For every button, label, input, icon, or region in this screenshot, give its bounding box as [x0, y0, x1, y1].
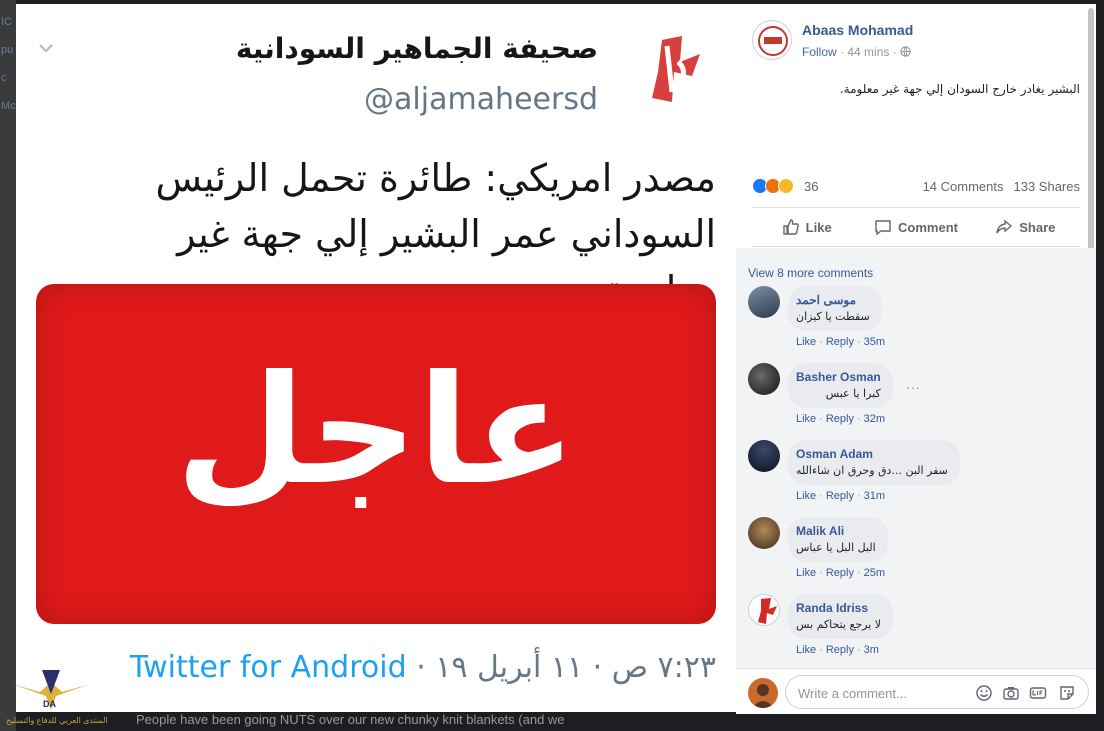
comment-bubble: Osman Adam سفر البن ...دق وحرق ان شاءالل… — [788, 440, 960, 485]
tweet-time-date: ٧:٢٣ ص · ١١ أبريل ١٩ · — [416, 650, 716, 685]
comment-reply-link[interactable]: Reply — [826, 336, 854, 348]
comment-text: سقطت يا كيزان — [796, 310, 870, 323]
commenter-name[interactable]: Randa Idriss — [796, 601, 881, 615]
comment-text: سفر البن ...دق وحرق ان شاءالله — [796, 464, 948, 477]
comment-reply-link[interactable]: Reply — [826, 413, 854, 425]
separator-dot: · — [892, 45, 901, 59]
comment-reply-link[interactable]: Reply — [826, 490, 854, 502]
share-icon — [996, 219, 1013, 234]
comment-meta: Like · Reply · 35m — [796, 336, 886, 348]
comment-reply-link[interactable]: Reply — [826, 567, 854, 579]
comment-bubble: Randa Idriss لا يرجع يتحاكم بس — [788, 594, 894, 639]
comment-like-link[interactable]: Like — [796, 644, 816, 656]
comment-like-link[interactable]: Like — [796, 413, 816, 425]
comment-text: البل البل يا عباس — [796, 541, 876, 554]
svg-text:DA: DA — [43, 699, 56, 709]
more-options-icon[interactable]: ··· — [906, 379, 920, 395]
comment-time[interactable]: 35m — [864, 336, 885, 348]
comment-bubble: موسى احمد سقطت يا كيزان — [788, 286, 882, 331]
comment-meta: Like · Reply · 3m — [796, 644, 879, 656]
comment-icon — [875, 220, 891, 236]
commenter-avatar[interactable] — [748, 363, 780, 395]
post-photo[interactable]: صحيفة الجماهير السودانية @aljamaheersd م… — [16, 4, 736, 712]
comment-meta: Like · Reply · 25m — [796, 567, 886, 579]
april-logo — [622, 32, 712, 112]
comment-composer: Write a comment... — [736, 668, 1096, 714]
chevron-down-icon — [39, 44, 53, 53]
watermark-logo: DA المنتدى العربي للدفاع والتسليح — [6, 662, 108, 728]
underlying-page-text: People have been going NUTS over our new… — [136, 712, 565, 727]
comment-text: لا يرجع يتحاكم بس — [796, 618, 882, 631]
comment-like-link[interactable]: Like — [796, 336, 816, 348]
comment-meta: Like · Reply · 32m — [796, 413, 886, 425]
author-name[interactable]: Abaas Mohamad — [802, 22, 913, 38]
globe-icon[interactable] — [900, 46, 911, 57]
thumbs-up-icon — [782, 219, 799, 235]
paper-name: صحيفة الجماهير السودانية — [235, 32, 598, 65]
post-time[interactable]: 44 mins — [847, 45, 889, 59]
comment-item: Randa Idriss لا يرجع يتحاكم بس Like · Repl… — [748, 594, 1078, 664]
view-more-comments-link[interactable]: View 8 more comments — [748, 266, 873, 280]
camera-icon[interactable] — [1002, 684, 1020, 702]
comment-like-link[interactable]: Like — [796, 490, 816, 502]
tweet-app: Twitter for Android — [129, 650, 407, 685]
comment-time[interactable]: 31m — [864, 490, 885, 502]
post-subline: Follow · 44 mins · — [802, 45, 911, 59]
comment-time[interactable]: 25m — [864, 567, 885, 579]
commenter-avatar[interactable] — [748, 286, 780, 318]
commenter-name[interactable]: Basher Osman — [796, 370, 881, 384]
comment-placeholder: Write a comment... — [798, 686, 907, 701]
background-page-strip: IC pu c Mc — [0, 0, 16, 731]
comment-bubble: Basher Osman كبرا يا عبس — [788, 363, 893, 408]
haha-reaction-icon[interactable] — [778, 178, 794, 194]
like-button[interactable]: Like — [752, 208, 861, 246]
comment-item: Osman Adam سفر البن ...دق وحرق ان شاءالل… — [748, 440, 1078, 510]
tweet-meta: ٧:٢٣ ص · ١١ أبريل ١٩ · Twitter for Andro… — [130, 650, 716, 685]
urgent-label: عاجل — [175, 344, 577, 518]
comments-count[interactable]: 14 Comments — [923, 179, 1004, 194]
comment-meta: Like · Reply · 31m — [796, 490, 886, 502]
watermark-text: المنتدى العربي للدفاع والتسليح — [6, 716, 108, 725]
comment-item: Malik Ali البل البل يا عباس Like · Reply · 2… — [748, 517, 1078, 587]
headline-line-1: مصدر امريكي: طائرة تحمل الرئيس — [155, 156, 716, 200]
comment-button[interactable]: Comment — [861, 208, 970, 246]
comment-label: Comment — [898, 219, 958, 235]
comment-item: موسى احمد سقطت يا كيزان Like · Reply · 35m — [748, 286, 1078, 356]
share-button[interactable]: Share — [971, 208, 1080, 246]
commenter-avatar[interactable] — [748, 594, 780, 626]
post-header: Abaas Mohamad Follow · 44 mins · — [752, 18, 1082, 62]
author-avatar[interactable] — [752, 20, 792, 60]
paper-handle: @aljamaheersd — [364, 82, 598, 117]
comment-time[interactable]: 3m — [864, 644, 879, 656]
comment-text: كبرا يا عبس — [825, 387, 881, 400]
comment-time[interactable]: 32m — [864, 413, 885, 425]
post-actions: Like Comment Share — [752, 207, 1080, 247]
share-label: Share — [1019, 219, 1056, 235]
commenter-avatar[interactable] — [748, 440, 780, 472]
sticker-icon[interactable] — [1058, 684, 1076, 702]
follow-button[interactable]: Follow — [802, 45, 837, 59]
commenter-name[interactable]: موسى احمد — [796, 293, 870, 307]
post-text: البشير يغادر خارج السودان إلي جهة غير مع… — [839, 82, 1080, 96]
current-user-avatar[interactable] — [748, 678, 778, 708]
comment-like-link[interactable]: Like — [796, 567, 816, 579]
comment-bubble: Malik Ali البل البل يا عباس — [788, 517, 888, 562]
reaction-count[interactable]: 36 — [804, 179, 818, 194]
comment-reply-link[interactable]: Reply — [826, 644, 854, 656]
commenter-name[interactable]: Malik Ali — [796, 524, 876, 538]
reactions-bar: 36 14 Comments 133 Shares — [752, 177, 1080, 197]
comment-input[interactable]: Write a comment... — [785, 675, 1089, 709]
shares-count[interactable]: 133 Shares — [1014, 179, 1081, 194]
gif-icon[interactable] — [1029, 684, 1047, 702]
like-label: Like — [805, 219, 832, 235]
commenter-name[interactable]: Osman Adam — [796, 447, 948, 461]
emoji-icon[interactable] — [975, 684, 993, 702]
urgent-banner: عاجل — [36, 284, 716, 624]
comments-section: View 8 more comments موسى احمد سقطت يا ك… — [736, 248, 1096, 668]
commenter-avatar[interactable] — [748, 517, 780, 549]
comment-item: Basher Osman كبرا يا عبس ··· Like · Reply ·… — [748, 363, 1078, 433]
post-side-panel: Abaas Mohamad Follow · 44 mins · البشير … — [736, 4, 1096, 714]
